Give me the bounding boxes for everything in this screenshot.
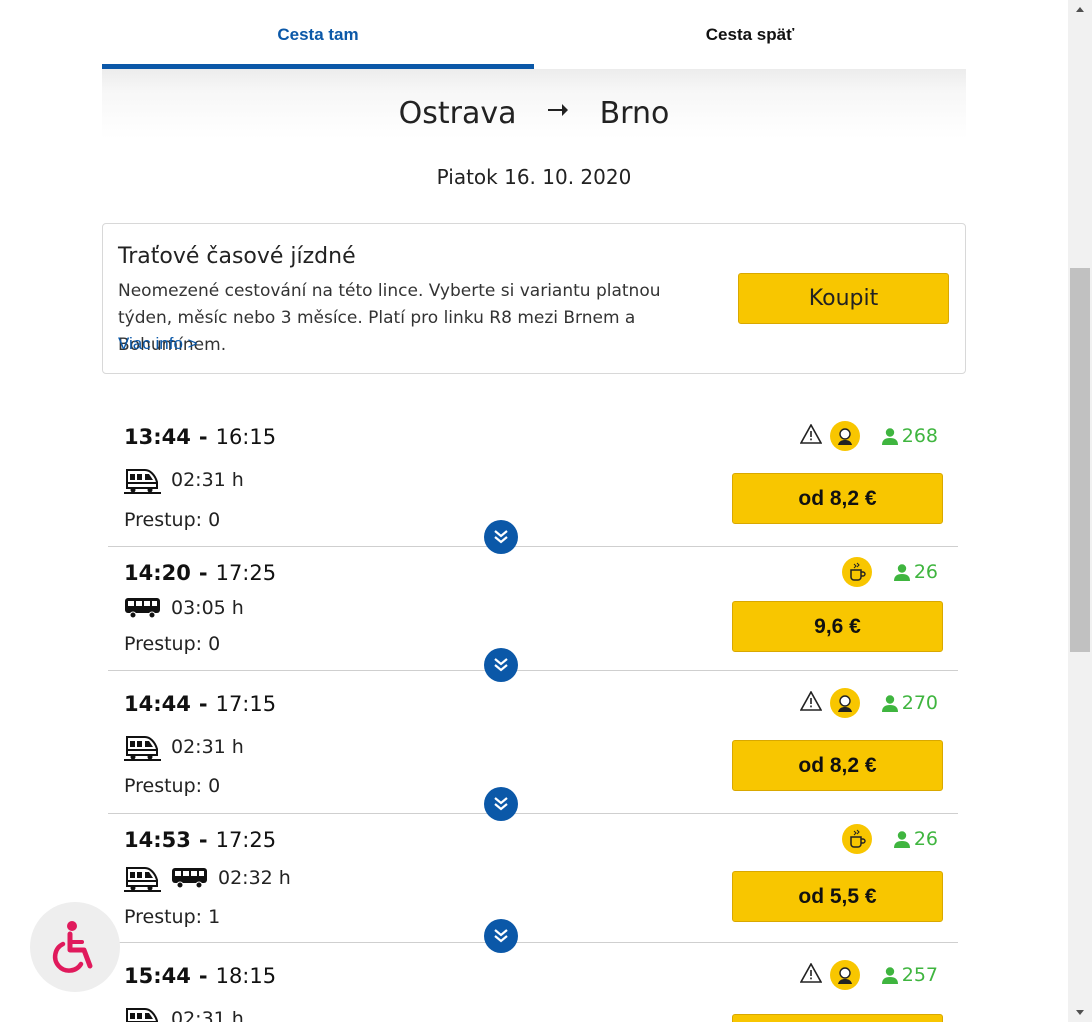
connection-times: 14:44-17:15	[124, 692, 277, 716]
coffee-icon[interactable]	[841, 557, 872, 587]
connection-badges: 257	[799, 960, 938, 990]
departure-time: 14:20	[124, 561, 191, 585]
free-seats-count: 26	[913, 828, 938, 850]
person-icon	[881, 966, 898, 984]
departure-time: 15:44	[124, 964, 191, 988]
chevron-double-down-icon	[494, 797, 508, 811]
free-seats: 26	[893, 561, 938, 583]
free-seats: 268	[881, 425, 938, 447]
bus-icon	[172, 868, 207, 889]
connection-badges: 268	[799, 421, 938, 451]
arrival-time: 17:25	[215, 561, 277, 585]
promo-buy-button[interactable]: Koupit	[738, 273, 949, 324]
connection-row[interactable]: 13:44-16:15 268 02:31 h Prestup: 0 od 8,…	[108, 405, 958, 554]
price-button[interactable]	[732, 1014, 943, 1022]
connection-times: 14:20-17:25	[124, 561, 277, 585]
connection-row[interactable]: 14:20-17:25 26 03:05 h Prestup: 0 9,6 €	[108, 547, 958, 682]
connection-vehicles: 03:05 h	[124, 597, 244, 619]
chevron-double-down-icon	[494, 658, 508, 672]
connection-badges: 270	[799, 688, 938, 718]
route-from: Ostrava	[398, 96, 517, 131]
transfer-count: Prestup: 0	[124, 775, 221, 797]
scroll-down-icon[interactable]	[1068, 1004, 1092, 1022]
scroll-up-icon[interactable]	[1068, 0, 1092, 18]
train-icon	[124, 736, 161, 761]
trip-duration: 02:32 h	[218, 867, 291, 889]
departure-time: 14:53	[124, 828, 191, 852]
page: Cesta tam Cesta späť Ostrava Brno Piatok…	[0, 0, 1068, 1022]
warning-icon[interactable]	[799, 961, 823, 988]
trip-duration: 03:05 h	[171, 597, 244, 619]
coffee-icon[interactable]	[841, 824, 872, 854]
warning-icon[interactable]	[799, 689, 823, 716]
travel-date: Piatok 16. 10. 2020	[436, 165, 632, 189]
promo-card: Traťové časové jízdné Neomezené cestován…	[102, 223, 966, 374]
connection-vehicles: 02:31 h	[124, 466, 244, 494]
person-icon	[881, 694, 898, 712]
person-icon	[893, 563, 910, 581]
connection-row[interactable]: 14:53-17:25 26 02:32 h Prestup: 1 od 5,5…	[108, 814, 958, 953]
chevron-double-down-icon	[494, 929, 508, 943]
connection-vehicles: 02:31 h	[124, 733, 244, 761]
direction-tabs: Cesta tam Cesta späť	[102, 0, 966, 69]
connection-vehicles: 02:32 h	[124, 864, 291, 892]
warning-icon[interactable]	[799, 422, 823, 449]
train-icon	[126, 1008, 158, 1022]
trip-duration: 02:31 h	[171, 736, 244, 758]
free-seats: 270	[881, 692, 938, 714]
promo-text: Neomezené cestování na této lince. Vyber…	[118, 281, 661, 355]
promo-more-info-link[interactable]: Viac info >	[118, 334, 198, 354]
connection-badges: 26	[841, 824, 938, 854]
departure-time: 14:44	[124, 692, 191, 716]
arrival-time: 17:15	[215, 692, 277, 716]
price-button[interactable]: od 8,2 €	[732, 473, 943, 524]
departure-time: 13:44	[124, 425, 191, 449]
connection-row[interactable]: 14:44-17:15 270 02:31 h Prestup: 0 od 8,…	[108, 671, 958, 821]
route-to: Brno	[599, 96, 670, 131]
row-divider	[108, 942, 958, 943]
steward-icon[interactable]	[829, 960, 860, 990]
free-seats: 26	[893, 828, 938, 850]
train-icon	[124, 469, 161, 494]
person-icon	[893, 830, 910, 848]
steward-icon[interactable]	[829, 688, 860, 718]
transfer-count: Prestup: 0	[124, 633, 221, 655]
arrow-right-icon	[548, 99, 569, 124]
arrival-time: 16:15	[215, 425, 277, 449]
promo-title: Traťové časové jízdné	[118, 244, 356, 269]
person-icon	[881, 427, 898, 445]
price-button[interactable]: od 5,5 €	[732, 871, 943, 922]
free-seats: 257	[881, 964, 938, 986]
steward-icon[interactable]	[829, 421, 860, 451]
bus-icon	[125, 598, 160, 619]
free-seats-count: 268	[901, 425, 938, 447]
connection-row[interactable]: 15:44-18:15 257 02:31 h	[108, 944, 958, 1022]
free-seats-count: 257	[901, 964, 938, 986]
connection-badges: 26	[841, 557, 938, 587]
train-icon	[124, 867, 161, 892]
free-seats-count: 270	[901, 692, 938, 714]
trip-duration: 02:31 h	[171, 469, 244, 491]
connection-vehicles: 02:31 h	[124, 1005, 244, 1022]
route-title: Ostrava Brno	[102, 96, 966, 131]
transfer-count: Prestup: 0	[124, 509, 221, 531]
connection-times: 15:44-18:15	[124, 964, 277, 988]
arrival-time: 18:15	[215, 964, 277, 988]
chevron-double-down-icon	[494, 530, 508, 544]
tab-outbound[interactable]: Cesta tam	[102, 0, 534, 69]
price-button[interactable]: od 8,2 €	[732, 740, 943, 791]
arrival-time: 17:25	[215, 828, 277, 852]
tab-return[interactable]: Cesta späť	[534, 0, 966, 69]
scrollbar-thumb[interactable]	[1070, 268, 1090, 652]
wheelchair-icon	[52, 921, 93, 973]
connection-times: 14:53-17:25	[124, 828, 277, 852]
trip-duration: 02:31 h	[171, 1008, 244, 1022]
price-button[interactable]: 9,6 €	[732, 601, 943, 652]
free-seats-count: 26	[913, 561, 938, 583]
transfer-count: Prestup: 1	[124, 906, 221, 928]
accessibility-button[interactable]	[30, 902, 120, 992]
connection-times: 13:44-16:15	[124, 425, 277, 449]
page-scrollbar[interactable]	[1068, 0, 1092, 1022]
